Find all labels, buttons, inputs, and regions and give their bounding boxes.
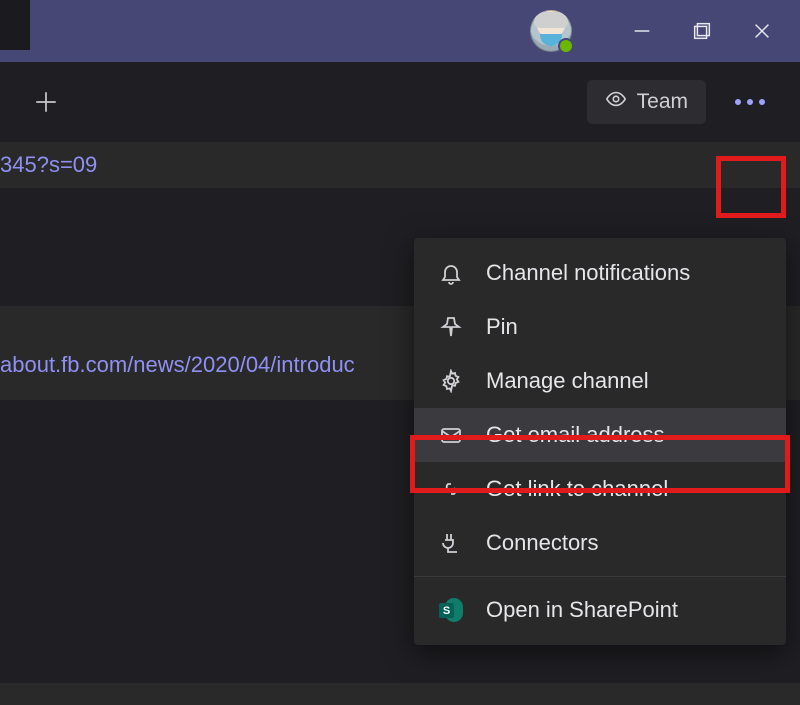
add-tab-button[interactable] [28, 84, 64, 120]
mail-icon [438, 422, 464, 448]
meet-team-label: Team [637, 90, 688, 114]
menu-item-open-sharepoint[interactable]: S Open in SharePoint [414, 583, 786, 637]
message-block-bottom-fragment [0, 683, 800, 705]
connectors-icon [438, 530, 464, 556]
message-link-text: 345?s=09 [0, 152, 97, 178]
close-button[interactable] [732, 0, 792, 62]
menu-item-label: Open in SharePoint [486, 597, 678, 623]
more-options-button[interactable] [722, 78, 778, 126]
message-link-text: about.fb.com/news/2020/04/introduc [0, 352, 355, 377]
menu-item-get-link[interactable]: Get link to channel [414, 462, 786, 516]
sharepoint-icon: S [438, 597, 464, 623]
channel-context-menu: Channel notifications Pin Manage channel… [414, 238, 786, 645]
menu-item-label: Channel notifications [486, 260, 690, 286]
menu-item-connectors[interactable]: Connectors [414, 516, 786, 570]
menu-item-label: Connectors [486, 530, 599, 556]
eye-icon [605, 88, 627, 116]
menu-item-label: Manage channel [486, 368, 649, 394]
menu-item-label: Get email address [486, 422, 665, 448]
titlebar [0, 0, 800, 62]
presence-indicator [558, 38, 574, 54]
menu-item-pin[interactable]: Pin [414, 300, 786, 354]
pin-icon [438, 314, 464, 340]
menu-item-get-email-address[interactable]: Get email address [414, 408, 786, 462]
link-icon [438, 476, 464, 502]
content-area: Team 345?s=09 about.fb.com/news/2020/04/… [0, 62, 800, 705]
avatar[interactable] [530, 10, 572, 52]
menu-item-channel-notifications[interactable]: Channel notifications [414, 246, 786, 300]
message-link-fragment-1[interactable]: 345?s=09 [0, 142, 800, 188]
menu-item-label: Pin [486, 314, 518, 340]
more-icon [735, 99, 765, 105]
channel-toolbar: Team [0, 62, 800, 142]
menu-item-manage-channel[interactable]: Manage channel [414, 354, 786, 408]
bell-icon [438, 260, 464, 286]
minimize-button[interactable] [612, 0, 672, 62]
menu-separator [414, 576, 786, 577]
menu-item-label: Get link to channel [486, 476, 668, 502]
meet-team-button[interactable]: Team [587, 80, 706, 124]
titlebar-left-panel-fragment [0, 0, 30, 50]
maximize-button[interactable] [672, 0, 732, 62]
gear-icon [438, 368, 464, 394]
